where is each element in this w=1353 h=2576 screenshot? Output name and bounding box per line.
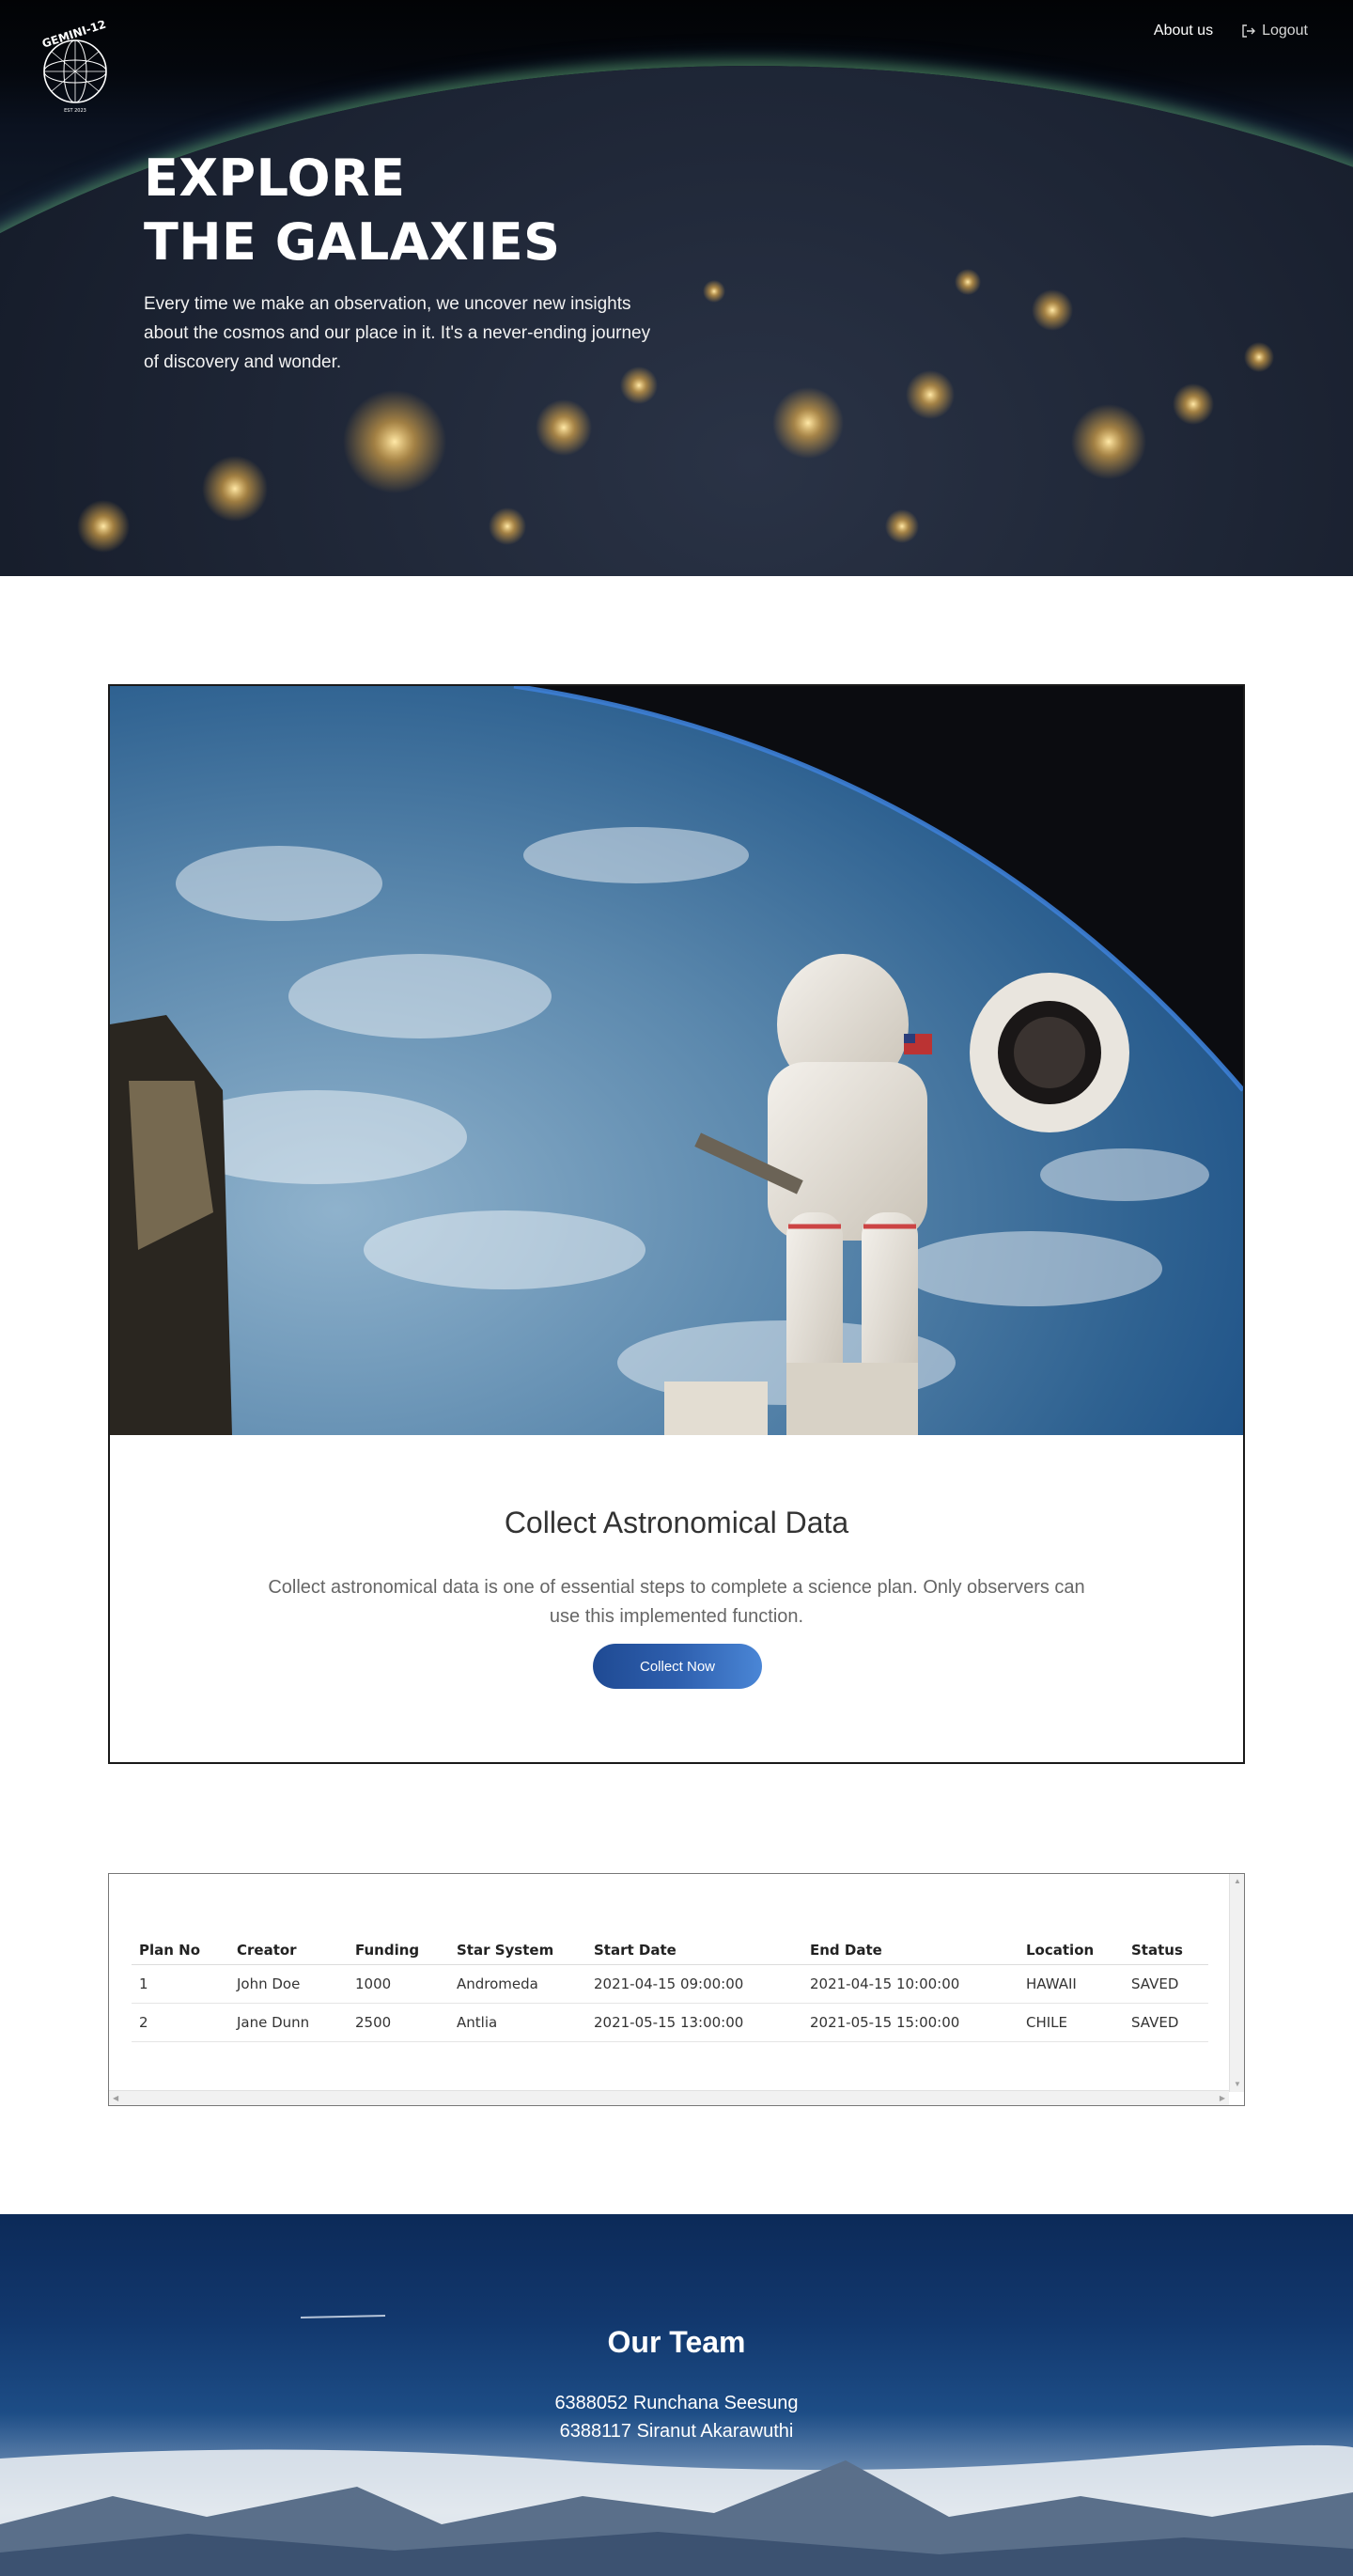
vertical-scrollbar[interactable]: ▲ ▼ [1229,1874,1244,2092]
horizontal-scrollbar[interactable]: ◀ ▶ [109,2090,1229,2105]
hero-title: EXPLORE THE GALAXIES [144,147,561,274]
cell-plan-no: 1 [132,1964,229,2004]
cell-start-date: 2021-05-15 13:00:00 [586,2003,802,2042]
collect-data-card: Collect Astronomical Data Collect astron… [108,684,1245,1764]
logout-link[interactable]: Logout [1241,23,1308,39]
scroll-right-arrow-icon[interactable]: ▶ [1220,2095,1225,2102]
cell-creator: John Doe [229,1964,348,2004]
science-plans-table-container[interactable]: Plan No Creator Funding Star System Star… [108,1873,1245,2106]
team-members-list: 6388052 Runchana Seesung 6388117 Siranut… [0,2389,1353,2445]
collect-now-button[interactable]: Collect Now [593,1644,762,1689]
cell-end-date: 2021-05-15 15:00:00 [802,2003,1019,2042]
cell-plan-no: 2 [132,2003,229,2042]
scroll-left-arrow-icon[interactable]: ◀ [113,2095,118,2102]
logout-icon [1242,24,1256,38]
svg-text:GEMINI-12: GEMINI-12 [40,21,108,51]
table-header-row: Plan No Creator Funding Star System Star… [132,1936,1208,1965]
hero-description: Every time we make an observation, we un… [144,294,651,372]
hero-title-line1: EXPLORE [144,148,406,208]
logout-label: Logout [1262,23,1308,39]
column-header-end-date: End Date [802,1936,1019,1965]
hero-title-line2: THE GALAXIES [144,212,561,272]
city-lights-image [77,269,1274,553]
column-header-creator: Creator [229,1936,348,1965]
cell-location: CHILE [1019,2003,1124,2042]
cell-location: HAWAII [1019,1964,1124,2004]
team-member: 6388052 Runchana Seesung [554,2393,799,2413]
column-header-star-system: Star System [449,1936,586,1965]
column-header-start-date: Start Date [586,1936,802,1965]
cell-creator: Jane Dunn [229,2003,348,2042]
column-header-plan-no: Plan No [132,1936,229,1965]
cell-status: SAVED [1124,1964,1208,2004]
column-header-status: Status [1124,1936,1208,1965]
about-us-label: About us [1153,23,1214,39]
cell-start-date: 2021-04-15 09:00:00 [586,1964,802,2004]
scroll-up-arrow-icon[interactable]: ▲ [1234,1878,1241,1885]
science-plans-table: Plan No Creator Funding Star System Star… [132,1936,1208,2042]
top-nav: About us Logout [1154,23,1308,39]
our-team-title: Our Team [607,2325,746,2359]
svg-text:EST 2023: EST 2023 [64,108,86,114]
cell-status: SAVED [1124,2003,1208,2042]
astronaut-image [110,686,1243,1435]
about-us-link[interactable]: About us [1154,23,1213,39]
cell-star-system: Antlia [449,2003,586,2042]
collect-card-title: Collect Astronomical Data [504,1506,849,1539]
collect-card-description: Collect astronomical data is one of esse… [268,1577,1085,1627]
scroll-down-arrow-icon[interactable]: ▼ [1234,2081,1241,2088]
cell-funding: 1000 [348,1964,449,2004]
column-header-location: Location [1019,1936,1124,1965]
gemini-logo[interactable]: GEMINI-12 EST 2023 [28,21,122,115]
hero-section: GEMINI-12 EST 2023 About us Logout EXPLO… [0,0,1353,576]
cell-star-system: Andromeda [449,1964,586,2004]
column-header-funding: Funding [348,1936,449,1965]
cell-end-date: 2021-04-15 10:00:00 [802,1964,1019,2004]
team-member: 6388117 Siranut Akarawuthi [559,2421,794,2442]
cell-funding: 2500 [348,2003,449,2042]
table-row[interactable]: 2 Jane Dunn 2500 Antlia 2021-05-15 13:00… [132,2003,1208,2042]
table-row[interactable]: 1 John Doe 1000 Andromeda 2021-04-15 09:… [132,1964,1208,2004]
team-footer: Our Team 6388052 Runchana Seesung 638811… [0,2214,1353,2576]
